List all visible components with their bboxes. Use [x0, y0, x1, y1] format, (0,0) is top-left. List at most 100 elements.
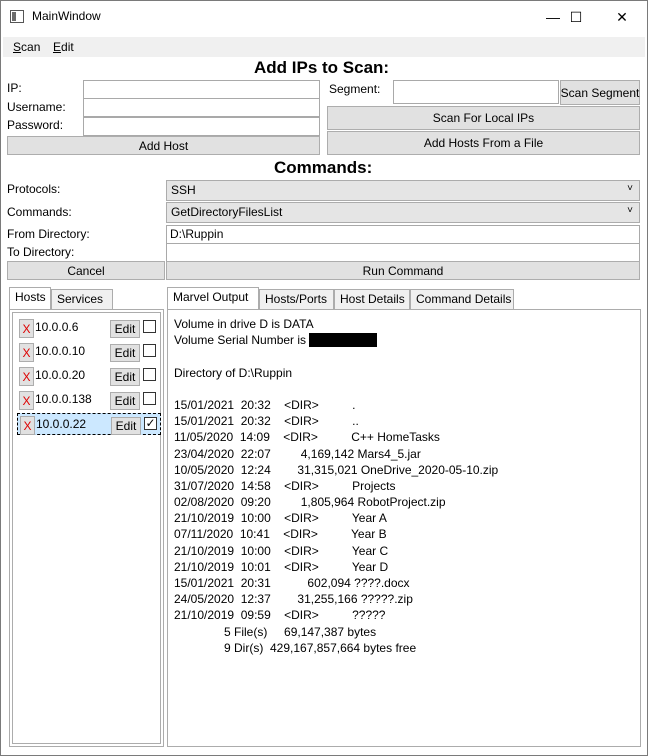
menu-bar: Scan Edit — [3, 37, 645, 57]
edit-host-button[interactable]: Edit — [111, 417, 141, 435]
listing-entry: 21/10/2019 10:00 <DIR> Year C — [174, 543, 389, 558]
tab-command-details[interactable]: Command Details — [410, 289, 514, 310]
chevron-down-icon: ˅ — [627, 205, 633, 216]
from-directory-label: From Directory: — [7, 227, 90, 241]
add-host-button[interactable]: Add Host — [7, 136, 320, 155]
tab-services[interactable]: Services — [51, 289, 113, 310]
hosts-list: X 10.0.0.6 Edit X 10.0.0.10 Edit X 10.0.… — [12, 312, 161, 744]
remove-host-button[interactable]: X — [19, 319, 34, 338]
tab-host-details[interactable]: Host Details — [334, 289, 410, 310]
listing-entry: 02/08/2020 09:20 1,805,964 RobotProject.… — [174, 495, 446, 510]
host-row-selected[interactable]: X 10.0.0.22 Edit ✓ — [17, 413, 161, 435]
protocols-dropdown[interactable]: SSH ˅ — [166, 180, 640, 201]
listing-entry: 07/11/2020 10:41 <DIR> Year B — [174, 527, 387, 542]
host-checkbox[interactable] — [143, 368, 156, 381]
app-window-icon — [10, 10, 24, 23]
password-label: Password: — [7, 118, 64, 132]
listing-entry: 11/05/2020 14:09 <DIR> C++ HomeTasks — [174, 430, 440, 445]
add-hosts-from-file-button[interactable]: Add Hosts From a File — [327, 131, 640, 155]
marvel-output-panel: Volume in drive D is DATA Volume Serial … — [167, 309, 641, 747]
commands-label: Commands: — [7, 205, 72, 219]
edit-host-button[interactable]: Edit — [110, 320, 140, 338]
segment-label: Segment: — [329, 82, 381, 96]
close-button[interactable]: ✕ — [599, 1, 645, 33]
host-ip: 10.0.0.6 — [35, 320, 79, 334]
output-serial-text: Volume Serial Number is — [174, 333, 310, 348]
listing-entry: 21/10/2019 10:00 <DIR> Year A — [174, 511, 387, 526]
protocols-selected: SSH — [171, 183, 196, 197]
add-ips-heading: Add IPs to Scan: — [254, 58, 390, 77]
host-ip: 10.0.0.10 — [35, 344, 86, 358]
host-row[interactable]: X 10.0.0.20 Edit — [17, 365, 161, 387]
cancel-button[interactable]: Cancel — [7, 261, 165, 280]
from-directory-input[interactable]: D:\Ruppin — [166, 225, 640, 244]
listing-summary: 5 File(s) 69,147,387 bytes — [174, 624, 377, 639]
redacted-serial-box — [309, 333, 378, 348]
segment-input[interactable] — [393, 80, 559, 104]
command-output[interactable]: Volume in drive D is DATA Volume Serial … — [174, 316, 498, 656]
username-input[interactable] — [83, 98, 320, 117]
remove-host-button[interactable]: X — [19, 367, 34, 386]
tab-hosts[interactable]: Hosts — [9, 287, 51, 310]
host-checkbox[interactable] — [143, 392, 156, 405]
to-directory-label: To Directory: — [7, 245, 75, 259]
output-directory-line: Directory of D:\Ruppin — [174, 365, 293, 380]
host-checkbox[interactable] — [143, 320, 156, 333]
ip-input[interactable] — [83, 80, 320, 99]
listing-entry: 15/01/2021 20:32 <DIR> . — [174, 397, 356, 412]
menu-scan-label: can — [21, 40, 41, 54]
edit-host-button[interactable]: Edit — [110, 368, 140, 386]
listing-entry: 21/10/2019 10:01 <DIR> Year D — [174, 559, 389, 574]
host-row[interactable]: X 10.0.0.138 Edit — [17, 389, 161, 411]
ip-label: IP: — [7, 81, 22, 95]
host-ip: 10.0.0.138 — [35, 392, 92, 406]
output-blank-line — [174, 381, 498, 397]
protocols-label: Protocols: — [7, 182, 61, 196]
listing-entry: 23/04/2020 22:07 4,169,142 Mars4_5.jar — [174, 446, 421, 461]
to-directory-input[interactable] — [166, 243, 640, 262]
commands-dropdown[interactable]: GetDirectoryFilesList ˅ — [166, 202, 640, 223]
listing-entry: 15/01/2021 20:32 <DIR> .. — [174, 414, 359, 429]
host-checkbox-checked[interactable]: ✓ — [144, 417, 157, 430]
window-title: MainWindow — [32, 9, 101, 23]
chevron-down-icon: ˅ — [627, 183, 633, 194]
listing-entry: 31/07/2020 14:58 <DIR> Projects — [174, 478, 396, 493]
username-label: Username: — [7, 100, 66, 114]
menu-edit[interactable]: Edit — [53, 40, 74, 54]
output-volume-line: Volume in drive D is DATA — [174, 317, 314, 331]
menu-edit-mnemonic: E — [53, 40, 62, 54]
listing-entry: 24/05/2020 12:37 31,255,166 ?????.zip — [174, 592, 413, 607]
host-checkbox[interactable] — [143, 344, 156, 357]
listing-summary: 9 Dir(s) 429,167,857,664 bytes free — [174, 640, 417, 655]
host-row[interactable]: X 10.0.0.6 Edit — [17, 317, 161, 339]
remove-host-button[interactable]: X — [20, 416, 35, 435]
host-ip: 10.0.0.22 — [36, 417, 87, 431]
edit-host-button[interactable]: Edit — [110, 344, 140, 362]
remove-host-button[interactable]: X — [19, 391, 34, 410]
listing-entry: 15/01/2021 20:31 602,094 ????.docx — [174, 576, 410, 590]
edit-host-button[interactable]: Edit — [110, 392, 140, 410]
tab-hosts-ports[interactable]: Hosts/Ports — [259, 289, 334, 310]
commands-selected: GetDirectoryFilesList — [171, 205, 283, 219]
menu-scan-mnemonic: S — [13, 40, 22, 54]
directory-listing: 15/01/2021 20:32 <DIR> . 15/01/2021 20:32… — [174, 397, 498, 656]
hosts-panel: X 10.0.0.6 Edit X 10.0.0.10 Edit X 10.0.… — [9, 309, 164, 747]
password-input[interactable] — [83, 117, 320, 136]
host-row[interactable]: X 10.0.0.10 Edit — [17, 341, 161, 363]
run-command-button[interactable]: Run Command — [166, 261, 640, 280]
menu-scan[interactable]: Scan — [13, 40, 40, 54]
output-serial-line: Volume Serial Number is — [174, 332, 498, 348]
listing-entry: 21/10/2019 09:59 <DIR> ????? — [174, 608, 386, 623]
remove-host-button[interactable]: X — [19, 343, 34, 362]
tab-marvel-output[interactable]: Marvel Output — [167, 287, 259, 310]
scan-local-ips-button[interactable]: Scan For Local IPs — [327, 106, 640, 130]
left-tabstrip: Hosts Services — [9, 287, 164, 310]
maximize-button[interactable]: ☐ — [553, 1, 599, 33]
host-ip: 10.0.0.20 — [35, 368, 86, 382]
scan-segment-button[interactable]: Scan Segment — [560, 80, 640, 105]
main-window: MainWindow — ☐ ✕ Scan Edit Add IPs to Sc… — [0, 0, 648, 756]
output-blank-line — [174, 348, 498, 364]
listing-entry: 10/05/2020 12:24 31,315,021 OneDrive_202… — [174, 462, 499, 477]
commands-heading: Commands: — [274, 158, 373, 177]
title-bar[interactable]: MainWindow — ☐ ✕ — [1, 1, 647, 33]
